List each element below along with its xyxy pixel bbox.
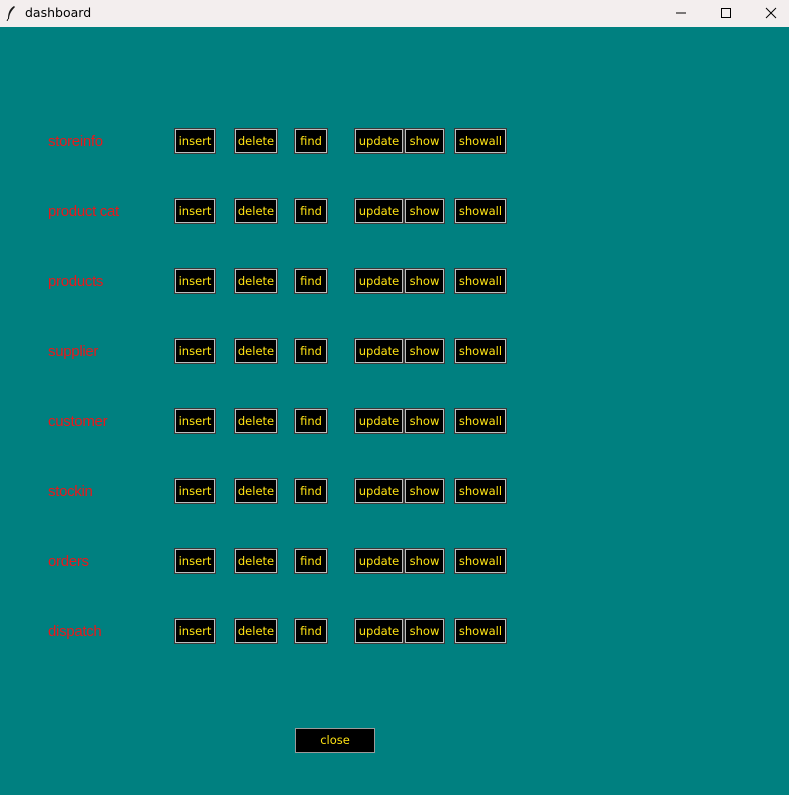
row-label: supplier [48,343,99,360]
delete-button[interactable]: delete [234,478,278,504]
update-button[interactable]: update [354,268,404,294]
delete-button[interactable]: delete [234,338,278,364]
insert-button[interactable]: insert [174,268,216,294]
row-label: storeinfo [48,133,103,150]
insert-button[interactable]: insert [174,548,216,574]
showall-button[interactable]: showall [454,268,507,294]
show-button[interactable]: show [404,478,445,504]
row-label: product cat [48,203,119,220]
insert-button[interactable]: insert [174,198,216,224]
update-button[interactable]: update [354,618,404,644]
row-label: stockin [48,483,93,500]
find-button[interactable]: find [294,268,328,294]
insert-button[interactable]: insert [174,478,216,504]
showall-button[interactable]: showall [454,408,507,434]
close-button[interactable]: close [295,728,375,753]
update-button[interactable]: update [354,198,404,224]
table-row: dispatch insert delete find update show showal… [0,618,789,645]
update-button[interactable]: update [354,128,404,154]
table-row: products insert delete find update show showal… [0,268,789,295]
find-button[interactable]: find [294,408,328,434]
find-button[interactable]: find [294,548,328,574]
close-icon [765,7,777,19]
delete-button[interactable]: delete [234,268,278,294]
delete-button[interactable]: delete [234,408,278,434]
showall-button[interactable]: showall [454,128,507,154]
minimize-button[interactable] [658,0,704,27]
table-row: orders insert delete find update show showall [0,548,789,575]
insert-button[interactable]: insert [174,128,216,154]
table-row: stockin insert delete find update show showall [0,478,789,505]
find-button[interactable]: find [294,128,328,154]
find-button[interactable]: find [294,478,328,504]
update-button[interactable]: update [354,338,404,364]
update-button[interactable]: update [354,548,404,574]
table-row: product cat insert delete find update show sho… [0,198,789,225]
insert-button[interactable]: insert [174,618,216,644]
showall-button[interactable]: showall [454,338,507,364]
show-button[interactable]: show [404,408,445,434]
show-button[interactable]: show [404,338,445,364]
show-button[interactable]: show [404,548,445,574]
delete-button[interactable]: delete [234,548,278,574]
show-button[interactable]: show [404,618,445,644]
row-label: products [48,273,104,290]
table-row: supplier insert delete find update show showal… [0,338,789,365]
title-bar: dashboard [0,0,789,27]
showall-button[interactable]: showall [454,478,507,504]
delete-button[interactable]: delete [234,198,278,224]
row-label: customer [48,413,108,430]
feather-icon [6,5,16,22]
window-title: dashboard [25,5,92,20]
show-button[interactable]: show [404,128,445,154]
showall-button[interactable]: showall [454,618,507,644]
find-button[interactable]: find [294,198,328,224]
maximize-button[interactable] [703,0,749,27]
find-button[interactable]: find [294,618,328,644]
close-window-button[interactable] [748,0,789,27]
row-label: orders [48,553,89,570]
insert-button[interactable]: insert [174,408,216,434]
delete-button[interactable]: delete [234,618,278,644]
insert-button[interactable]: insert [174,338,216,364]
update-button[interactable]: update [354,478,404,504]
minimize-icon [676,12,686,14]
show-button[interactable]: show [404,268,445,294]
show-button[interactable]: show [404,198,445,224]
delete-button[interactable]: delete [234,128,278,154]
table-row: storeinfo insert delete find update show showa… [0,128,789,155]
table-row: customer insert delete find update show showal… [0,408,789,435]
showall-button[interactable]: showall [454,548,507,574]
row-label: dispatch [48,623,102,640]
showall-button[interactable]: showall [454,198,507,224]
maximize-icon [721,8,731,18]
find-button[interactable]: find [294,338,328,364]
update-button[interactable]: update [354,408,404,434]
